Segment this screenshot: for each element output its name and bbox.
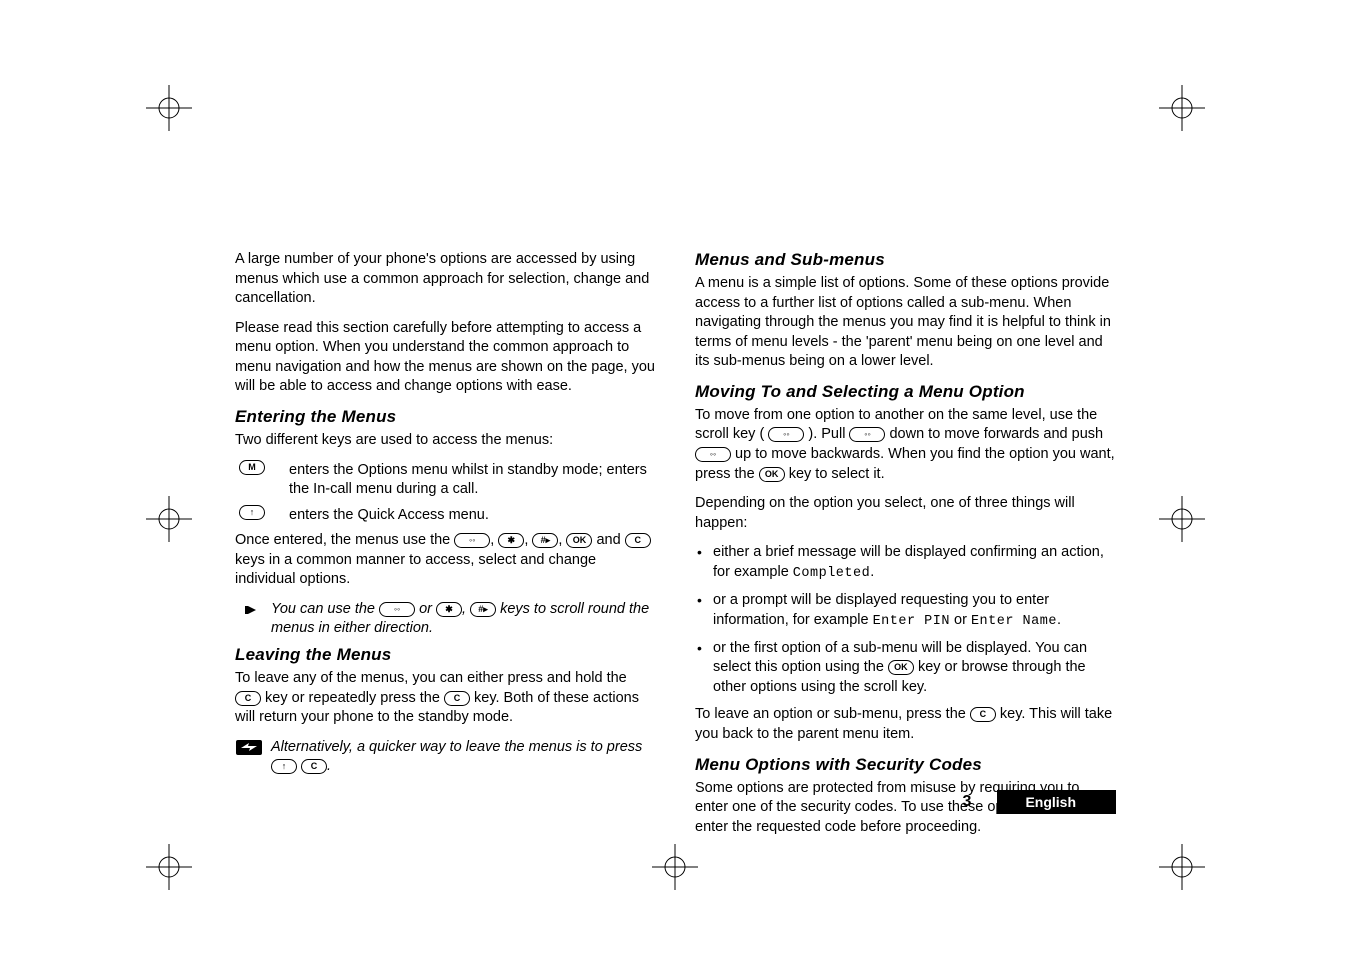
c-key-icon: C (301, 759, 327, 774)
crop-mark-icon (146, 496, 192, 542)
lcd-text: Enter PIN (873, 614, 950, 629)
ok-key-icon: OK (566, 533, 592, 548)
tip-row: You can use the ◦◦ or ✱, #▸ keys to scro… (235, 600, 655, 639)
leave-option: To leave an option or sub-menu, press th… (695, 705, 1115, 744)
star-key-icon: ✱ (498, 533, 524, 548)
move-body-1: To move from one option to another on th… (695, 406, 1115, 484)
hash-key-icon: #▸ (470, 602, 496, 617)
scroll-key-icon: ◦◦ (454, 533, 490, 548)
alt-row: Alternatively, a quicker way to leave th… (235, 738, 655, 777)
heading-leaving: Leaving the Menus (235, 645, 655, 665)
scroll-key-icon: ◦◦ (379, 602, 415, 617)
scroll-key-icon: ◦◦ (849, 427, 885, 442)
language-label: English (997, 790, 1116, 814)
page-number: 3 (963, 793, 972, 811)
scroll-key-icon: ◦◦ (768, 427, 804, 442)
m-key-icon: M (239, 460, 265, 475)
crop-mark-icon (652, 844, 698, 890)
hash-key-icon: #▸ (532, 533, 558, 548)
intro-para-2: Please read this section carefully befor… (235, 319, 655, 397)
lcd-text: Completed (793, 566, 870, 581)
up-key-icon: ↑ (271, 759, 297, 774)
intro-para-1: A large number of your phone's options a… (235, 250, 655, 309)
ok-key-icon: OK (759, 467, 785, 482)
crop-mark-icon (146, 85, 192, 131)
scroll-key-icon: ◦◦ (695, 447, 731, 462)
submenu-body: A menu is a simple list of options. Some… (695, 274, 1115, 372)
list-item: or the first option of a sub-menu will b… (695, 639, 1115, 698)
up-key-icon: ↑ (239, 505, 265, 520)
star-key-icon: ✱ (436, 602, 462, 617)
lcd-text: Enter Name (971, 614, 1057, 629)
heading-security: Menu Options with Security Codes (695, 755, 1115, 775)
flash-badge-icon (236, 740, 262, 755)
crop-mark-icon (1159, 85, 1205, 131)
crop-mark-icon (1159, 496, 1205, 542)
crop-mark-icon (146, 844, 192, 890)
left-column: A large number of your phone's options a… (235, 250, 655, 847)
once-entered: Once entered, the menus use the ◦◦, ✱, #… (235, 531, 655, 590)
crop-mark-icon (1159, 844, 1205, 890)
move-body-2: Depending on the option you select, one … (695, 494, 1115, 533)
page-footer: 3 English (963, 790, 1116, 814)
right-column: Menus and Sub-menus A menu is a simple l… (695, 250, 1115, 847)
leave-body: To leave any of the menus, you can eithe… (235, 669, 655, 728)
key-m-desc: enters the Options menu whilst in standb… (289, 461, 655, 500)
enter-intro: Two different keys are used to access th… (235, 431, 655, 451)
c-key-icon: C (444, 691, 470, 706)
list-item: or a prompt will be displayed requesting… (695, 591, 1115, 631)
options-list: either a brief message will be displayed… (695, 543, 1115, 697)
heading-moving: Moving To and Selecting a Menu Option (695, 382, 1115, 402)
c-key-icon: C (970, 707, 996, 722)
ok-key-icon: OK (888, 660, 914, 675)
heading-submenus: Menus and Sub-menus (695, 250, 1115, 270)
c-key-icon: C (625, 533, 651, 548)
heading-entering: Entering the Menus (235, 407, 655, 427)
key-row-up: ↑ enters the Quick Access menu. (235, 506, 655, 526)
c-key-icon: C (235, 691, 261, 706)
key-row-m: M enters the Options menu whilst in stan… (235, 461, 655, 500)
list-item: either a brief message will be displayed… (695, 543, 1115, 583)
hand-point-icon (235, 600, 263, 618)
key-up-desc: enters the Quick Access menu. (289, 506, 655, 526)
